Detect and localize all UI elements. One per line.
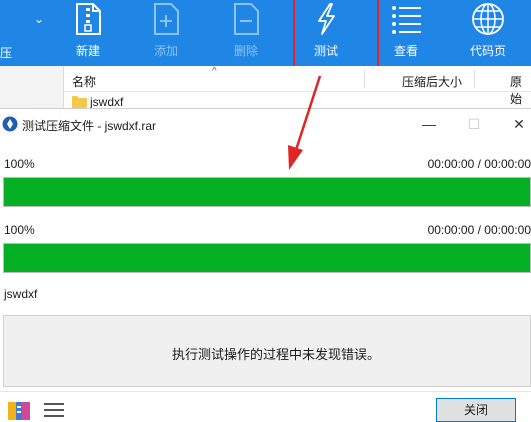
file-list: 名称 ^ 压缩后大小 原始 jswdxf [0, 66, 531, 110]
file-progress-time: 00:00:00 / 00:00:00 [427, 223, 531, 237]
result-message-box: 执行测试操作的过程中未发现错误。 [3, 315, 531, 387]
menu-icon[interactable] [44, 402, 64, 418]
chevron-down-icon[interactable]: ⌄ [34, 12, 44, 26]
column-name[interactable]: 名称 [72, 73, 96, 90]
sort-ascending-icon: ^ [212, 66, 217, 77]
toolbar-partial-label[interactable]: 压 [0, 44, 12, 61]
file-name: jswdxf [90, 95, 124, 109]
add-button[interactable]: 添加 [146, 0, 186, 66]
add-label: 添加 [153, 44, 178, 58]
new-archive-label: 新建 [75, 44, 100, 58]
dialog-title: 测试压缩文件 - jswdxf.rar [22, 119, 157, 133]
archive-icon[interactable] [8, 400, 30, 420]
column-divider[interactable] [474, 70, 475, 88]
total-progress-percent: 100% [4, 157, 35, 171]
file-progress-fill [4, 244, 530, 272]
minimize-icon[interactable]: — [419, 115, 439, 133]
list-view-icon [392, 6, 421, 34]
main-toolbar: ⌄ 压 新建 添加 删除 测试 查看 代码页 [0, 0, 531, 73]
dialog-footer: 关闭 [0, 391, 531, 422]
maximize-icon[interactable]: ☐ [464, 115, 484, 133]
globe-icon [472, 3, 504, 35]
file-list-header: 名称 ^ 压缩后大小 原始 [64, 66, 531, 106]
column-divider[interactable] [364, 70, 365, 88]
file-progress-percent: 100% [4, 223, 35, 237]
annotation-highlight-box [293, 0, 379, 73]
new-archive-button[interactable]: 新建 [68, 0, 108, 66]
delete-file-icon [234, 3, 259, 35]
file-progress-bar [3, 243, 531, 273]
dialog-titlebar[interactable]: 测试压缩文件 - jswdxf.rar — ☐ ✕ [0, 109, 531, 139]
codepage-label: 代码页 [469, 44, 506, 58]
current-file-name: jswdxf [4, 287, 38, 301]
add-file-icon [154, 3, 179, 35]
delete-label: 删除 [233, 44, 258, 58]
total-progress-fill [4, 178, 530, 206]
folder-icon [72, 96, 87, 108]
total-progress-time: 00:00:00 / 00:00:00 [427, 157, 531, 171]
view-button[interactable]: 查看 [386, 0, 426, 66]
close-icon[interactable]: ✕ [509, 115, 529, 133]
total-progress-bar [3, 177, 531, 207]
view-label: 查看 [393, 44, 418, 58]
app-logo-icon [2, 116, 18, 132]
result-message: 执行测试操作的过程中未发现错误。 [171, 347, 380, 362]
codepage-button[interactable]: 代码页 [466, 0, 510, 66]
column-packed-size[interactable]: 压缩后大小 [402, 73, 462, 90]
test-archive-dialog: 测试压缩文件 - jswdxf.rar — ☐ ✕ 100% 00:00:00 … [0, 108, 531, 422]
folder-tree-pane [0, 66, 64, 110]
delete-button[interactable]: 删除 [226, 0, 266, 66]
zip-file-icon [76, 3, 101, 35]
close-button[interactable]: 关闭 [436, 398, 516, 422]
